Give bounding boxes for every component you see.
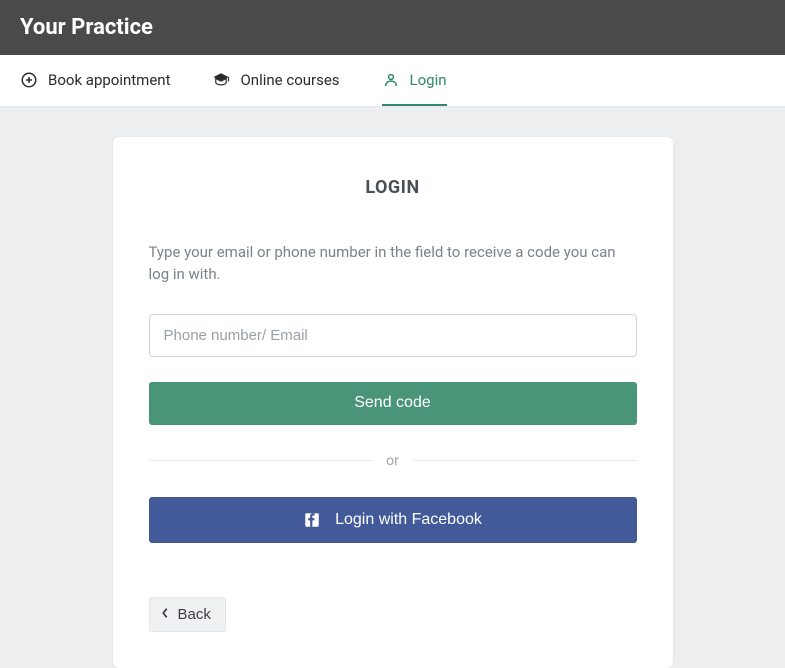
facebook-login-label: Login with Facebook [335, 511, 482, 529]
nav-tabs: Book appointment Online courses Login [0, 55, 785, 107]
tab-login[interactable]: Login [382, 55, 447, 106]
send-code-label: Send code [354, 394, 431, 412]
tab-label: Login [410, 71, 447, 89]
divider: or [149, 453, 637, 469]
login-instruction: Type your email or phone number in the f… [149, 242, 637, 286]
send-code-button[interactable]: Send code [149, 382, 637, 425]
plus-circle-icon [20, 71, 38, 89]
divider-text: or [372, 453, 413, 469]
login-card: LOGIN Type your email or phone number in… [113, 137, 673, 668]
login-title: LOGIN [149, 177, 637, 198]
tab-label: Book appointment [48, 71, 170, 89]
back-button[interactable]: Back [149, 597, 226, 632]
tab-online-courses[interactable]: Online courses [212, 55, 339, 106]
header-bar: Your Practice [0, 0, 785, 55]
tab-label: Online courses [240, 71, 339, 89]
chevron-left-icon [160, 606, 170, 623]
phone-email-input[interactable] [149, 314, 637, 357]
header-title: Your Practice [20, 15, 153, 40]
tab-book-appointment[interactable]: Book appointment [20, 55, 170, 106]
graduation-cap-icon [212, 71, 230, 89]
facebook-login-button[interactable]: Login with Facebook [149, 497, 637, 543]
user-icon [382, 71, 400, 89]
facebook-icon [303, 511, 321, 529]
back-label: Back [178, 606, 211, 623]
